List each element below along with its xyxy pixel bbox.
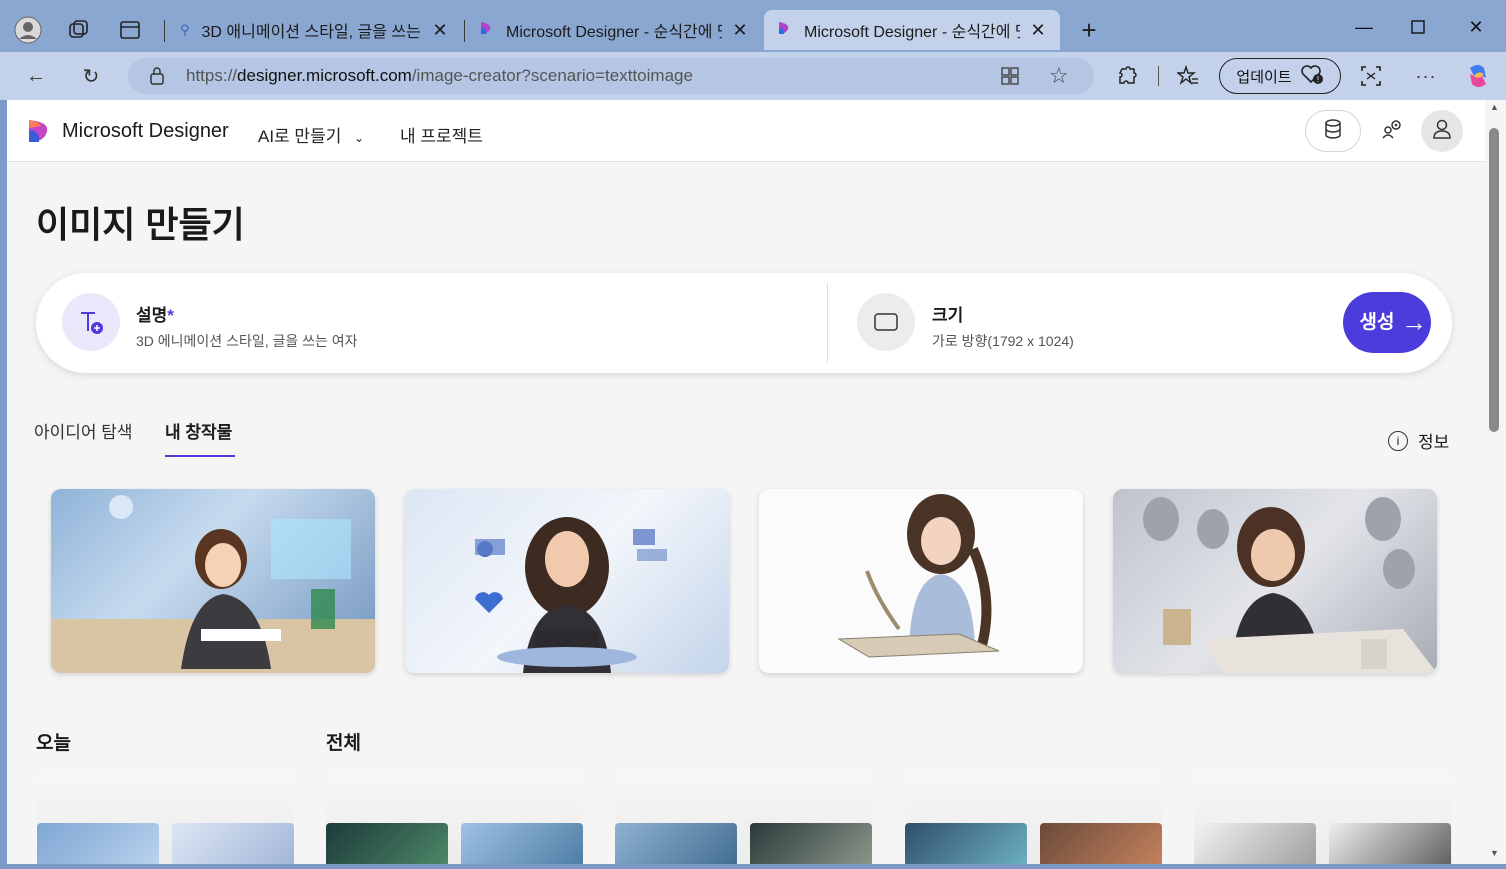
- aspect-ratio-icon[interactable]: [857, 293, 915, 351]
- tab-my-creations[interactable]: 내 창작물: [165, 418, 232, 443]
- window-close-icon[interactable]: ✕: [1456, 14, 1496, 40]
- collection-thumbnail: [1194, 823, 1316, 864]
- description-input[interactable]: 3D 에니메이션 스타일, 글을 쓰는 여자: [136, 331, 358, 351]
- more-options-icon[interactable]: ···: [1410, 61, 1442, 91]
- app-available-icon[interactable]: [1000, 66, 1020, 91]
- tab-explore-ideas[interactable]: 아이디어 탐색: [34, 418, 133, 443]
- section-today: 오늘: [36, 733, 71, 754]
- url-text[interactable]: https://designer.microsoft.com/image-cre…: [186, 66, 693, 86]
- close-icon[interactable]: ✕: [730, 20, 750, 41]
- tab-title: Microsoft Designer - 순식간에 멋: [804, 24, 1020, 41]
- generated-image-3[interactable]: [759, 489, 1083, 673]
- menu-my-projects[interactable]: 내 프로젝트: [400, 122, 483, 147]
- people-settings-icon: [1381, 119, 1403, 144]
- section-all: 전체: [326, 733, 361, 754]
- copilot-icon[interactable]: [1462, 61, 1494, 91]
- profile-avatar-icon[interactable]: [12, 14, 44, 46]
- generated-image-1[interactable]: [51, 489, 375, 673]
- toolbar-separator: [1158, 66, 1159, 86]
- tab-strip: ⚲ 3D 애니메이션 스타일, 글을 쓰는 ✕ Microsoft Design…: [0, 0, 1506, 52]
- credits-button[interactable]: [1305, 110, 1361, 152]
- collection-thumbnail: [615, 823, 737, 864]
- workspaces-icon[interactable]: [62, 14, 94, 46]
- designer-logo-icon[interactable]: [27, 118, 51, 144]
- new-tab-icon[interactable]: +: [1073, 14, 1105, 46]
- prompt-card: 설명* 3D 에니메이션 스타일, 글을 쓰는 여자 크기 가로 방향(1792…: [36, 273, 1452, 373]
- collection-thumbnail: [326, 823, 448, 864]
- text-add-icon[interactable]: [62, 293, 120, 351]
- collection-card[interactable]: [615, 770, 872, 864]
- web-page: Microsoft Designer AI로 만들기 ⌄ 내 프로젝트 이미지 …: [7, 100, 1485, 864]
- menu-create-with-ai[interactable]: AI로 만들기 ⌄: [258, 122, 364, 147]
- collection-thumbnail: [905, 823, 1027, 864]
- close-icon[interactable]: ✕: [1028, 20, 1048, 41]
- chevron-down-icon: ⌄: [354, 131, 365, 145]
- info-label: 정보: [1418, 433, 1450, 452]
- navigation-bar: ← ↻ https://designer.microsoft.com/image…: [0, 52, 1506, 100]
- maximize-icon[interactable]: [1398, 14, 1438, 40]
- scrollbar-thumb[interactable]: [1489, 128, 1499, 432]
- collection-card[interactable]: [37, 770, 294, 864]
- tab-title: Microsoft Designer - 순식간에 멋: [506, 24, 722, 41]
- back-icon[interactable]: ←: [20, 61, 52, 91]
- tab-designer-2[interactable]: Microsoft Designer - 순식간에 멋 ✕: [764, 10, 1060, 50]
- active-tab-indicator: [165, 455, 235, 457]
- update-label: 업데이트: [1236, 68, 1292, 86]
- refresh-icon[interactable]: ↻: [75, 61, 107, 91]
- tab-separator: [164, 20, 165, 42]
- arrow-right-icon: →: [1401, 307, 1427, 337]
- generated-image-4[interactable]: [1113, 489, 1437, 673]
- app-header: Microsoft Designer AI로 만들기 ⌄ 내 프로젝트: [7, 100, 1485, 162]
- favorites-icon[interactable]: [1172, 61, 1204, 91]
- browser-window: ⚲ 3D 애니메이션 스타일, 글을 쓰는 ✕ Microsoft Design…: [0, 0, 1506, 869]
- collection-card[interactable]: [1194, 770, 1452, 864]
- address-bar[interactable]: https://designer.microsoft.com/image-cre…: [128, 58, 1094, 94]
- collection-card[interactable]: [905, 770, 1162, 864]
- collection-thumbnail: [172, 823, 294, 864]
- generated-image-2[interactable]: [405, 489, 729, 673]
- extensions-icon[interactable]: [1111, 61, 1143, 91]
- page-title: 이미지 만들기: [36, 204, 245, 245]
- screenshot-icon[interactable]: [1355, 61, 1387, 91]
- menu-create-label: AI로 만들기: [258, 127, 342, 146]
- coins-icon: [1323, 118, 1343, 145]
- favorite-star-icon[interactable]: ☆: [1049, 63, 1069, 89]
- scroll-up-icon[interactable]: ▲: [1490, 102, 1499, 112]
- required-marker: *: [167, 306, 174, 325]
- card-divider: [827, 283, 828, 363]
- svg-text:!: !: [1316, 75, 1318, 84]
- info-icon: i: [1388, 430, 1408, 451]
- settings-people-button[interactable]: [1371, 110, 1413, 152]
- generate-button[interactable]: 생성 →: [1343, 292, 1431, 353]
- designer-logo-icon: [478, 20, 494, 41]
- lock-icon[interactable]: [150, 67, 164, 90]
- person-icon: [1431, 118, 1453, 145]
- collection-thumbnail: [37, 823, 159, 864]
- heart-alert-icon: !: [1300, 63, 1324, 89]
- minimize-icon[interactable]: —: [1344, 14, 1384, 40]
- search-icon: ⚲: [180, 22, 190, 37]
- collection-thumbnail: [1329, 823, 1451, 864]
- account-button[interactable]: [1421, 110, 1463, 152]
- vertical-tabs-icon[interactable]: [114, 14, 146, 46]
- tab-title: 3D 애니메이션 스타일, 글을 쓰는: [201, 24, 421, 41]
- collection-thumbnail: [750, 823, 872, 864]
- scroll-down-icon[interactable]: ▼: [1490, 848, 1499, 858]
- collection-thumbnail: [461, 823, 583, 864]
- designer-logo-icon: [776, 20, 792, 41]
- collection-card[interactable]: [326, 770, 583, 864]
- tab-designer-1[interactable]: Microsoft Designer - 순식간에 멋 ✕: [466, 10, 762, 50]
- tab-separator: [464, 20, 465, 42]
- collection-thumbnail: [1040, 823, 1162, 864]
- generate-label: 생성: [1359, 311, 1395, 333]
- size-selector[interactable]: 가로 방향(1792 x 1024): [932, 331, 1074, 351]
- info-button[interactable]: i 정보: [1388, 428, 1449, 453]
- update-button[interactable]: 업데이트 !: [1219, 58, 1341, 94]
- description-label: 설명*: [136, 306, 174, 325]
- brand-name[interactable]: Microsoft Designer: [62, 120, 229, 143]
- tab-search[interactable]: ⚲ 3D 애니메이션 스타일, 글을 쓰는 ✕: [168, 10, 462, 50]
- size-label: 크기: [932, 306, 964, 325]
- close-icon[interactable]: ✕: [430, 20, 450, 41]
